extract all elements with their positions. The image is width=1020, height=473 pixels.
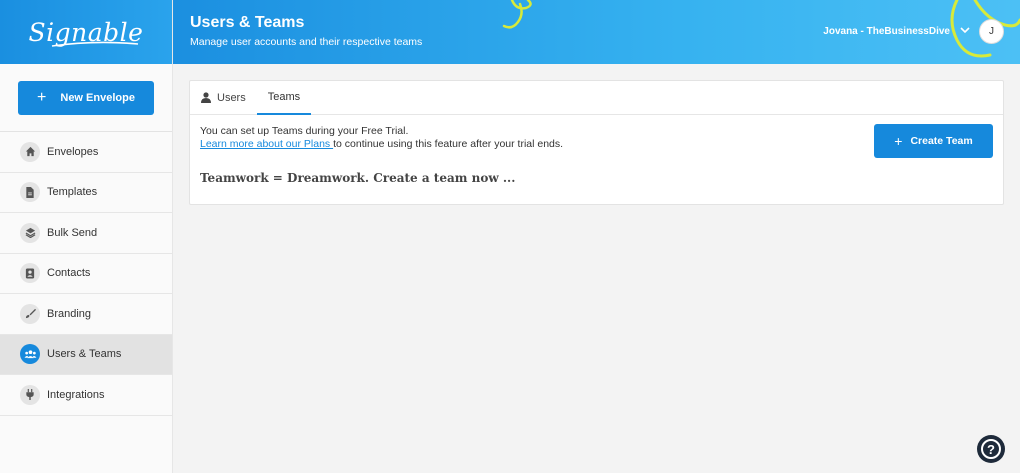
sidebar-item-label: Users & Teams	[47, 348, 122, 361]
sidebar-item-label: Integrations	[47, 388, 105, 401]
avatar[interactable]: J	[979, 19, 1004, 44]
tab-teams-label: Teams	[267, 91, 301, 103]
trial-info-line1: You can set up Teams during your Free Tr…	[200, 125, 409, 137]
logo-swoosh-icon	[51, 41, 139, 47]
layers-icon	[20, 222, 40, 243]
tab-bar: Users Teams	[190, 81, 1003, 115]
logo[interactable]: Signable	[0, 0, 172, 64]
plug-icon	[20, 384, 40, 405]
create-team-button[interactable]: + Create Team	[874, 124, 993, 158]
users-icon	[20, 344, 40, 365]
decorative-squiggle-icon	[502, 0, 532, 29]
sidebar-item-contacts[interactable]: Contacts	[0, 254, 172, 294]
tab-teams[interactable]: Teams	[256, 81, 312, 115]
sidebar-item-templates[interactable]: Templates	[0, 173, 172, 213]
create-team-label: Create Team	[910, 135, 973, 147]
brush-icon	[20, 303, 40, 324]
plus-icon: +	[894, 133, 903, 149]
chevron-down-icon[interactable]	[960, 27, 970, 34]
sidebar-item-bulk-send[interactable]: Bulk Send	[0, 213, 172, 254]
sidebar-item-label: Templates	[47, 186, 98, 199]
sidebar-item-label: Branding	[47, 307, 92, 320]
document-icon	[20, 182, 40, 203]
sidebar-item-branding[interactable]: Branding	[0, 294, 172, 335]
trial-info-line2: Learn more about our Plans to continue u…	[200, 138, 563, 151]
help-button[interactable]: ?	[977, 435, 1005, 463]
user-icon	[201, 92, 211, 103]
new-envelope-wrap: + New Envelope	[0, 64, 172, 132]
plans-link[interactable]: Learn more about our Plans	[200, 138, 333, 150]
tab-users[interactable]: Users	[190, 81, 257, 115]
sidebar: Signable + New Envelope Envelopes Templa…	[0, 0, 173, 473]
question-mark-icon: ?	[981, 439, 1001, 459]
sidebar-item-integrations[interactable]: Integrations	[0, 375, 172, 416]
trial-info-line2-rest: to continue using this feature after you…	[333, 138, 564, 150]
sidebar-item-label: Contacts	[47, 267, 91, 280]
teams-card: Users Teams You can set up Teams during …	[189, 80, 1004, 205]
tab-users-label: Users	[217, 92, 246, 104]
empty-teams-message: Teamwork = Dreamwork. Create a team now …	[200, 171, 516, 185]
sidebar-item-envelopes[interactable]: Envelopes	[0, 132, 172, 173]
trial-info: You can set up Teams during your Free Tr…	[200, 125, 563, 151]
page-subtitle: Manage user accounts and their respectiv…	[190, 36, 423, 48]
new-envelope-label: New Envelope	[60, 92, 135, 104]
new-envelope-button[interactable]: + New Envelope	[18, 81, 154, 115]
sidebar-item-label: Bulk Send	[47, 226, 98, 239]
sidebar-item-users-teams[interactable]: Users & Teams	[0, 334, 172, 375]
sidebar-item-label: Envelopes	[47, 145, 99, 158]
account-name[interactable]: Jovana - TheBusinessDive	[823, 26, 950, 37]
page-header: Users & Teams Manage user accounts and t…	[173, 0, 1020, 64]
page-title: Users & Teams	[190, 14, 305, 31]
plus-icon: +	[37, 89, 47, 106]
home-icon	[20, 141, 40, 162]
contact-card-icon	[20, 263, 40, 284]
